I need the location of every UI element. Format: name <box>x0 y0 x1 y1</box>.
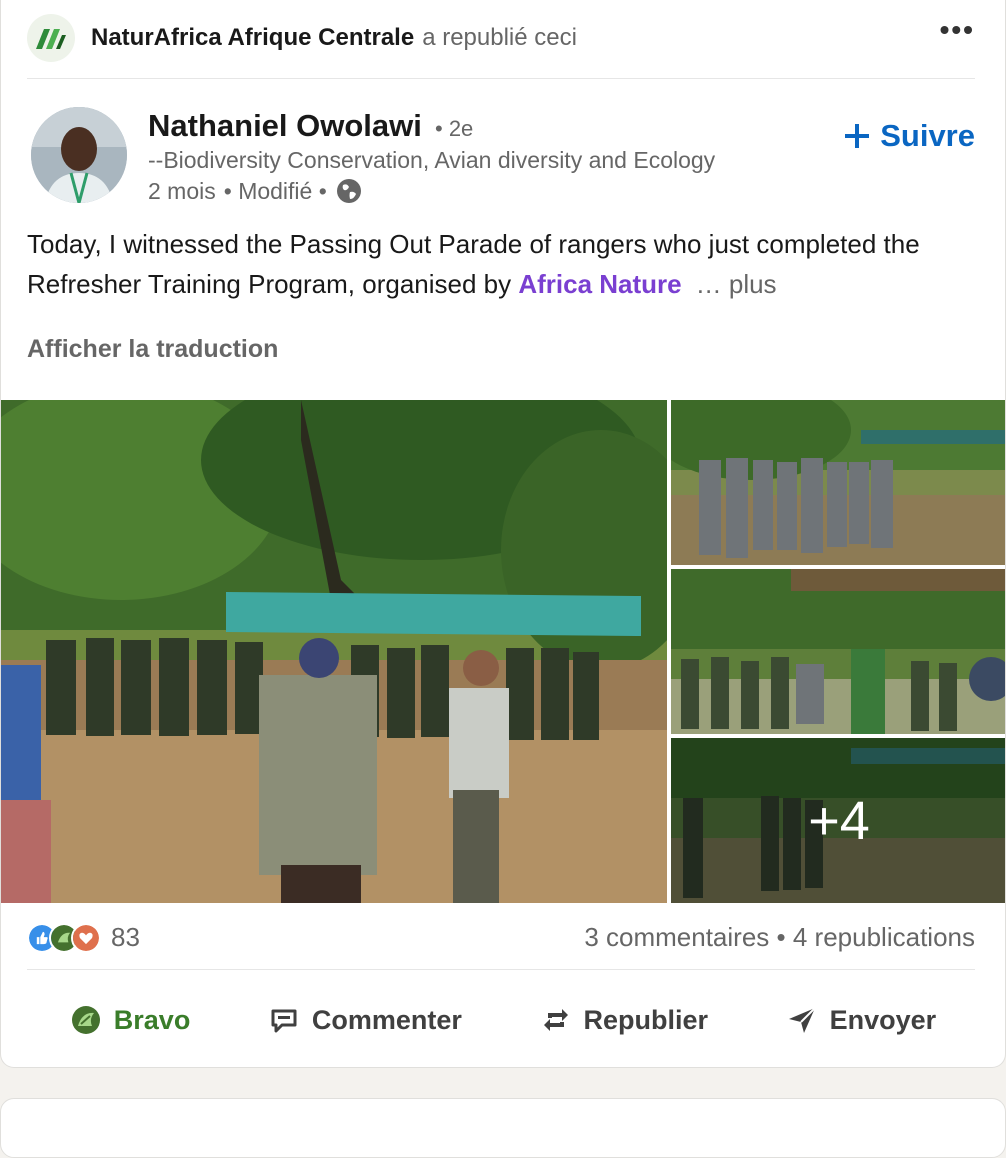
repost-org-name[interactable]: NaturAfrica Afrique Centrale <box>91 24 414 51</box>
divider <box>27 78 975 79</box>
send-label: Envoyer <box>829 1004 937 1035</box>
connection-degree: • 2e <box>435 116 474 141</box>
repost-icon <box>543 1009 568 1031</box>
comment-button[interactable]: Commenter <box>268 1004 462 1036</box>
feed-post-card: NaturAfrica Afrique Centrale a republié c… <box>0 0 1006 1068</box>
author-avatar[interactable] <box>31 107 127 203</box>
repost-label: Republier <box>583 1004 709 1035</box>
post-image-4[interactable]: +4 <box>671 738 1005 903</box>
more-images-overlay[interactable]: +4 <box>671 738 1005 903</box>
post-time: 2 mois <box>148 177 216 204</box>
mention-link[interactable]: Africa Nature <box>518 269 681 299</box>
post-body: Today, I witnessed the Passing Out Parad… <box>27 229 920 299</box>
comment-label: Commenter <box>311 1004 462 1035</box>
repost-button[interactable]: Republier <box>540 1004 709 1036</box>
author-headline: --Biodiversity Conservation, Avian diver… <box>148 147 716 173</box>
next-feed-card <box>0 1098 1006 1158</box>
follow-label: Suivre <box>880 118 975 153</box>
org-logo[interactable] <box>27 14 75 62</box>
reposts-count-link[interactable]: 4 republications <box>793 922 975 952</box>
post-meta: 2 mois • Modifié • <box>148 177 363 205</box>
globe-icon <box>336 179 361 203</box>
post-text: Today, I witnessed the Passing Out Parad… <box>27 224 987 304</box>
social-counts: 3 commentaires • 4 republications <box>584 922 975 953</box>
celebrate-icon <box>71 1006 100 1034</box>
reaction-count: 83 <box>111 922 140 952</box>
comment-icon <box>271 1009 297 1033</box>
follow-button[interactable]: Suivre <box>844 118 975 154</box>
plus-icon <box>845 124 870 148</box>
see-more-link[interactable]: … plus <box>696 269 777 299</box>
send-icon <box>788 1007 816 1033</box>
divider <box>27 969 975 970</box>
post-image-main[interactable] <box>1 400 667 903</box>
action-bar: Bravo Commenter Republier Envoyer <box>1 990 1005 1050</box>
post-image-3[interactable] <box>671 569 1005 734</box>
show-translation-button[interactable]: Afficher la traduction <box>27 335 278 364</box>
bravo-label: Bravo <box>113 1004 191 1035</box>
comments-count-link[interactable]: 3 commentaires <box>584 922 769 952</box>
post-edited: • Modifié • <box>223 177 327 204</box>
author-name[interactable]: Nathaniel Owolawi <box>148 108 422 144</box>
more-options-icon[interactable]: ••• <box>940 16 975 44</box>
repost-header: NaturAfrica Afrique Centrale a republié c… <box>27 12 975 64</box>
separator: • <box>776 922 786 952</box>
repost-action-text: a republié ceci <box>422 24 577 51</box>
bravo-button[interactable]: Bravo <box>70 1004 191 1036</box>
post-image-2[interactable] <box>671 400 1005 565</box>
reactions-summary[interactable]: 83 <box>27 922 140 953</box>
send-button[interactable]: Envoyer <box>786 1004 937 1036</box>
love-reaction-icon <box>71 922 101 953</box>
